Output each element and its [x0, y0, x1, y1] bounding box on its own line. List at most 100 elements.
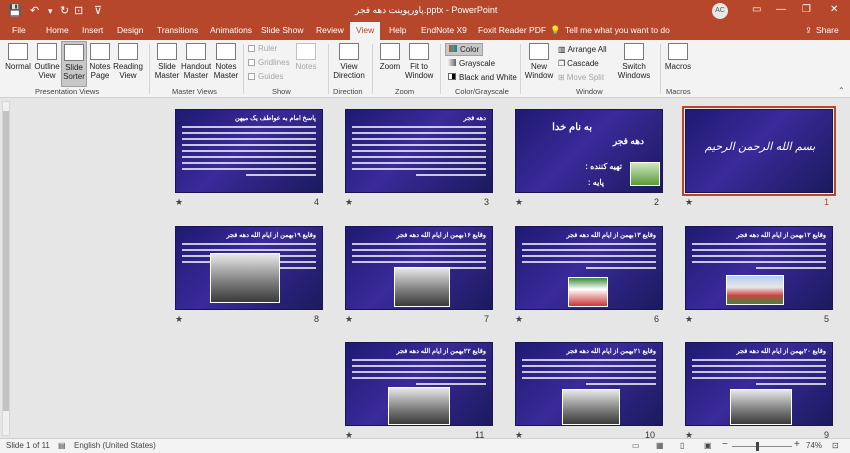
transition-star-icon[interactable]: ★ [515, 314, 523, 325]
outline-view-button[interactable]: Outline View [33, 43, 61, 80]
slide-sorter-button[interactable]: Slide Sorter [61, 41, 87, 87]
slide-text-line [692, 365, 826, 367]
tab-slide-show[interactable]: Slide Show [261, 25, 304, 35]
fit-to-window-button[interactable]: Fit to Window [405, 43, 433, 80]
slide-thumbnail[interactable]: وقایع ۱۶بهمن از ایام الله دهه فجر [345, 226, 493, 310]
switch-windows-button[interactable]: Switch Windows [616, 43, 652, 80]
tell-me-input[interactable]: Tell me what you want to do [565, 25, 670, 35]
transition-star-icon[interactable]: ★ [175, 197, 183, 208]
tab-endnote[interactable]: EndNote X9 [421, 25, 467, 35]
slide-text-line [692, 359, 826, 361]
undo-icon[interactable]: ↶ [30, 4, 39, 17]
reading-view-status-icon[interactable]: ▯ [680, 441, 684, 450]
transition-star-icon[interactable]: ★ [345, 314, 353, 325]
spelling-icon[interactable]: ▤ [58, 441, 66, 450]
slide-text-line [182, 249, 316, 251]
slide-thumbnail[interactable]: وقایع ۱۹بهمن از ایام الله دهه فجر [175, 226, 323, 310]
tab-design[interactable]: Design [117, 25, 143, 35]
transition-star-icon[interactable]: ★ [515, 197, 523, 208]
tab-view[interactable]: View [350, 22, 381, 40]
ribbon-display-options-icon[interactable]: ▭ [752, 4, 761, 15]
slide-count: Slide 1 of 11 [6, 441, 50, 450]
transition-star-icon[interactable]: ★ [175, 314, 183, 325]
tab-foxit[interactable]: Foxit Reader PDF [478, 25, 546, 35]
slide-thumbnail[interactable]: وقایع ۱۲بهمن از ایام الله دهه فجر [685, 226, 833, 310]
slide-text-line [182, 144, 316, 146]
group-separator [243, 44, 244, 94]
zoom-slider[interactable] [732, 446, 792, 447]
slide-thumbnail[interactable]: وقایع ۱۳بهمن از ایام الله دهه فجر [515, 226, 663, 310]
tab-help[interactable]: Help [389, 25, 406, 35]
slide-text-line [352, 371, 486, 373]
collapse-ribbon-icon[interactable]: ⌃ [838, 86, 845, 95]
slide-thumbnail[interactable]: پاسخ امام به عواطف یک میهن [175, 109, 323, 193]
handout-master-button[interactable]: Handout Master [181, 43, 211, 80]
tab-review[interactable]: Review [316, 25, 344, 35]
transition-star-icon[interactable]: ★ [685, 197, 693, 208]
notes-master-button[interactable]: Notes Master [212, 43, 240, 80]
undo-dropdown-icon[interactable]: ▾ [48, 6, 53, 17]
slide-number: 1 [824, 197, 830, 207]
zoom-level[interactable]: 74% [806, 441, 822, 450]
checkbox-box [248, 45, 255, 52]
view-direction-button[interactable]: View Direction [333, 43, 365, 80]
slide-thumbnail[interactable]: وقایع ۲۱بهمن از ایام الله دهه فجر [515, 342, 663, 426]
checkbox-box [248, 73, 255, 80]
language-status[interactable]: English (United States) [74, 441, 156, 450]
slideshow-status-icon[interactable]: ▣ [704, 441, 712, 450]
slide-thumbnail[interactable]: بسم الله الرحمن الرحیم [682, 106, 836, 196]
guides-checkbox[interactable]: Guides [248, 72, 283, 81]
color-icon [449, 45, 457, 52]
notes-button[interactable]: Notes [294, 43, 318, 71]
transition-star-icon[interactable]: ★ [345, 197, 353, 208]
scrollbar-thumb[interactable] [3, 111, 9, 411]
new-window-button[interactable]: New Window [524, 43, 554, 80]
customize-qat-icon[interactable]: ⊽ [94, 4, 102, 17]
tab-animations[interactable]: Animations [210, 25, 252, 35]
normal-view-button[interactable]: Normal [4, 43, 32, 71]
ruler-checkbox[interactable]: Ruler [248, 44, 277, 53]
reading-view-button[interactable]: Reading View [113, 43, 143, 80]
macros-button[interactable]: Macros [664, 43, 692, 71]
start-from-beginning-icon[interactable]: ⊡ [74, 4, 83, 17]
redo-icon[interactable]: ↻ [60, 4, 69, 17]
slide-master-button[interactable]: Slide Master [153, 43, 181, 80]
notes-page-button[interactable]: Notes Page [88, 43, 112, 80]
title-bar: 💾 ↶ ▾ ↻ ⊡ ⊽ پاورپوینت دهه فجر.pptx - Pow… [0, 0, 850, 22]
slide-text: پایه : [587, 178, 604, 187]
restore-button[interactable]: ❐ [802, 4, 811, 15]
arrange-all-button[interactable]: ▥ Arrange All [558, 45, 607, 54]
zoom-slider-thumb[interactable] [756, 442, 759, 451]
normal-view-status-icon[interactable]: ▭ [632, 441, 640, 450]
zoom-out-button[interactable]: − [722, 439, 728, 450]
tab-file[interactable]: File [12, 25, 26, 35]
tab-home[interactable]: Home [46, 25, 69, 35]
slide-thumbnail[interactable]: به نام خدا دهه فجر تهیه کننده : پایه : [515, 109, 663, 193]
slide-thumbnail[interactable]: وقایع ۲۰بهمن از ایام الله دهه فجر [685, 342, 833, 426]
minimize-button[interactable]: — [776, 4, 786, 15]
user-avatar[interactable]: AC [712, 3, 728, 19]
move-split-button[interactable]: ⊞ Move Split [558, 73, 604, 82]
zoom-button[interactable]: Zoom [377, 43, 403, 71]
tab-transitions[interactable]: Transitions [157, 25, 198, 35]
close-button[interactable]: ✕ [830, 4, 838, 15]
group-separator [440, 44, 441, 94]
share-button[interactable]: Share [816, 25, 839, 35]
group-label-master-views: Master Views [172, 87, 217, 96]
slide-sorter-status-icon[interactable]: ▦ [656, 441, 664, 450]
group-label-color: Color/Grayscale [455, 87, 509, 96]
slide-thumbnail[interactable]: دهه فجر [345, 109, 493, 193]
color-button[interactable]: Color [445, 43, 484, 56]
zoom-in-button[interactable]: + [794, 439, 800, 450]
cascade-button[interactable]: ❐ Cascade [558, 59, 599, 68]
tab-insert[interactable]: Insert [82, 25, 103, 35]
transition-star-icon[interactable]: ★ [685, 314, 693, 325]
grayscale-button[interactable]: Grayscale [448, 59, 495, 68]
slide-thumbnail[interactable]: وقایع ۲۲بهمن از ایام الله دهه فجر [345, 342, 493, 426]
window-title: پاورپوینت دهه فجر.pptx - PowerPoint [355, 5, 498, 15]
black-white-button[interactable]: Black and White [448, 73, 517, 82]
fit-slide-icon[interactable]: ⊡ [832, 441, 839, 450]
save-icon[interactable]: 💾 [8, 4, 22, 17]
ribbon-view: Normal Outline View Slide Sorter Notes P… [0, 40, 850, 98]
gridlines-checkbox[interactable]: Gridlines [248, 58, 290, 67]
